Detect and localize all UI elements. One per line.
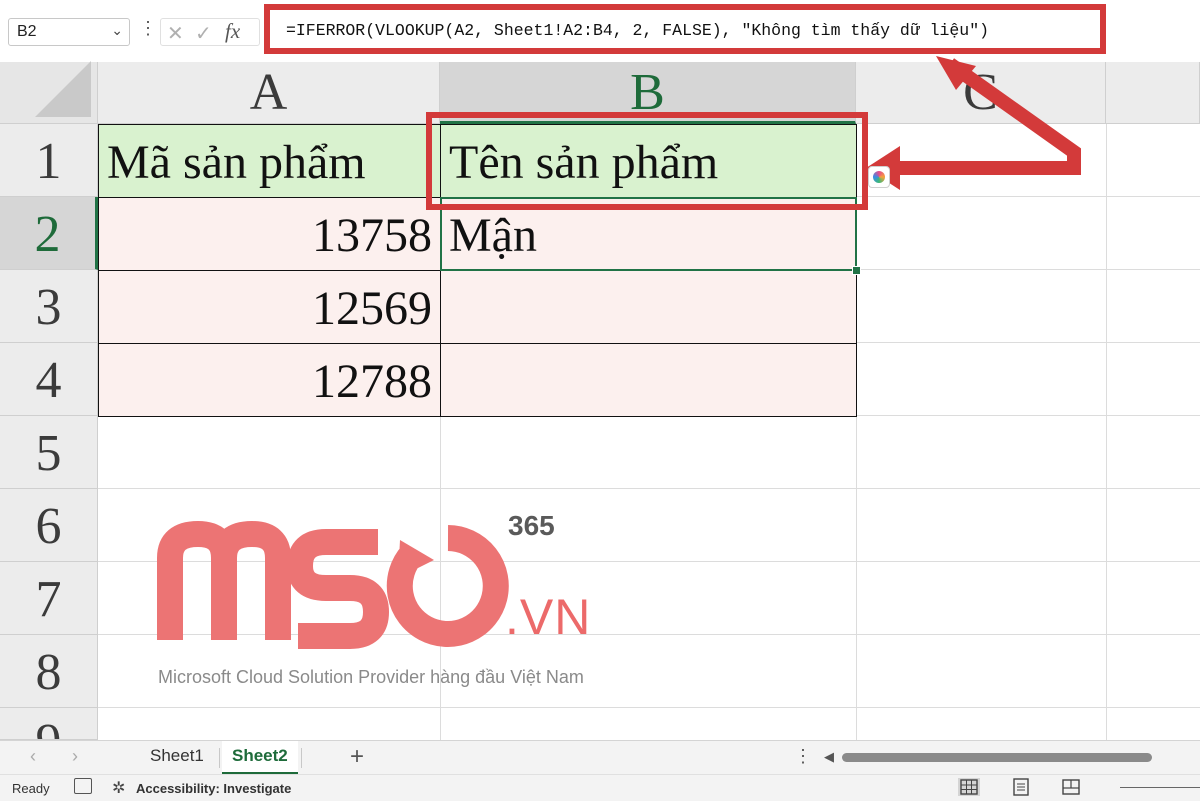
chevron-left-icon[interactable]: ‹ [30,746,36,767]
watermark-365: 365 [508,510,555,541]
tab-divider [301,748,302,768]
macro-record-icon[interactable] [74,778,92,794]
mso-logo-icon [157,520,509,649]
tab-divider [219,748,220,768]
sheet-tab-bar: ‹ › Sheet1 Sheet2 + ⋮ ◀ [0,740,1200,775]
horizontal-scrollbar[interactable]: ◀ [822,749,1200,766]
accessibility-icon[interactable]: ✲ [112,778,125,798]
tab-sheet2[interactable]: Sheet2 [222,741,298,775]
more-options-icon[interactable]: ⋮ [794,746,812,767]
watermark-tagline: Microsoft Cloud Solution Provider hàng đ… [158,667,584,687]
copilot-icon[interactable] [868,166,890,188]
watermark-domain: .VN [505,589,592,645]
page-break-icon[interactable] [1060,778,1082,796]
chevron-right-icon[interactable]: › [72,746,78,767]
normal-view-icon[interactable] [958,778,980,796]
zoom-slider[interactable] [1120,787,1200,788]
tab-sheet1[interactable]: Sheet1 [140,741,214,775]
status-ready: Ready [12,781,50,796]
scrollbar-thumb[interactable] [842,753,1152,762]
add-sheet-icon[interactable]: + [350,743,364,771]
scroll-left-icon[interactable]: ◀ [824,749,834,765]
page-layout-icon[interactable] [1010,778,1032,796]
accessibility-status[interactable]: Accessibility: Investigate [136,781,291,796]
status-bar: Ready ✲ Accessibility: Investigate [0,774,1200,801]
